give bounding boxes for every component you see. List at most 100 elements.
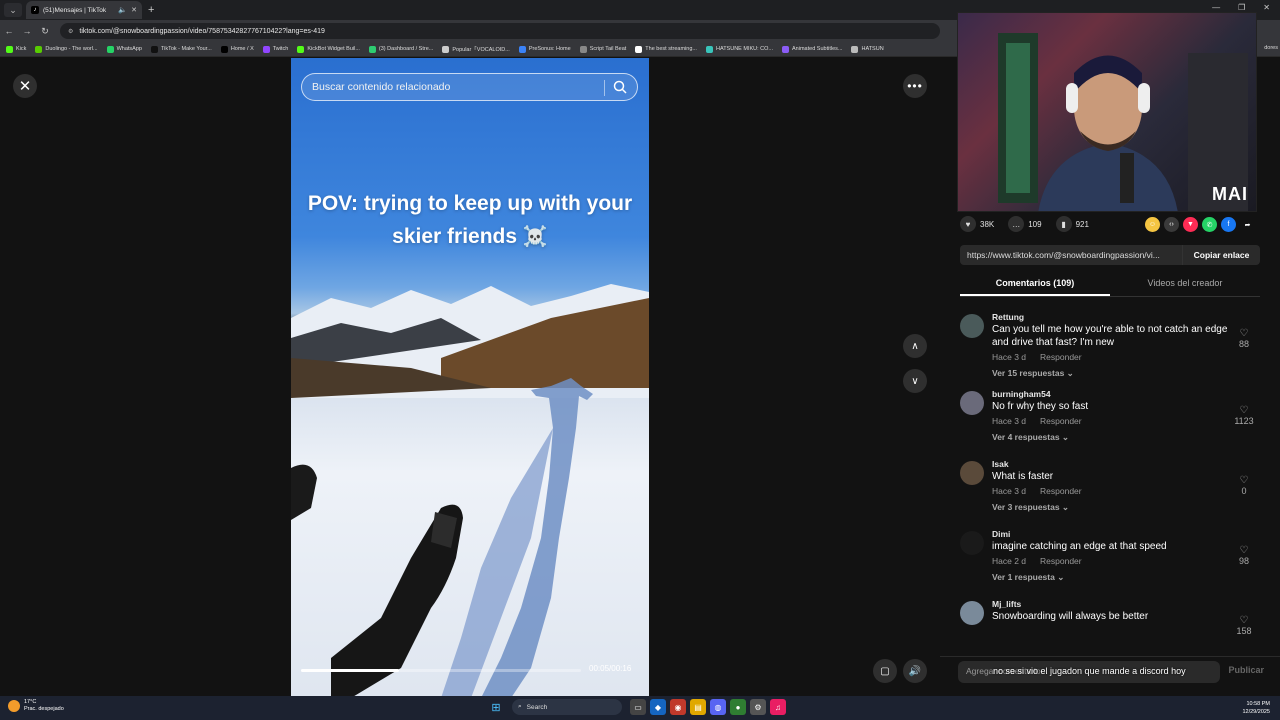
task-view-icon[interactable]: ▭	[630, 699, 646, 715]
copy-link-button[interactable]: Copiar enlace	[1182, 245, 1260, 265]
bookmark-item[interactable]: PreSonus: Home	[518, 45, 571, 53]
weather-widget[interactable]: 17°C Prac. despejado	[8, 699, 64, 713]
chrome-icon[interactable]: ●	[730, 699, 746, 715]
url-field[interactable]: ⚙ tiktok.com/@snowboardingpassion/video/…	[60, 23, 940, 39]
post-comment-button[interactable]: Publicar	[1228, 665, 1264, 675]
reply-button[interactable]: Responder	[1040, 416, 1082, 426]
new-tab-button[interactable]: +	[148, 4, 154, 16]
facebook-icon[interactable]: f	[1221, 217, 1236, 232]
reply-button[interactable]: Responder	[1040, 352, 1082, 362]
bookmark-item[interactable]: Duolingo - The worl...	[35, 45, 98, 53]
share-icon[interactable]: ➦	[1240, 217, 1255, 232]
comment-icon[interactable]: …	[1008, 216, 1025, 232]
video-link-field[interactable]: https://www.tiktok.com/@snowboardingpass…	[960, 245, 1182, 265]
like-heart-icon[interactable]: ♡	[1230, 328, 1258, 339]
maximize-button[interactable]: ❐	[1238, 3, 1245, 12]
video-progress-bar[interactable]	[301, 669, 581, 672]
avatar[interactable]	[960, 391, 984, 415]
comment-username[interactable]: Dimi	[992, 529, 1270, 539]
avatar[interactable]	[960, 531, 984, 555]
bookmark-item[interactable]: The best streaming...	[635, 45, 697, 53]
app-icon[interactable]: ◉	[670, 699, 686, 715]
store-icon[interactable]: ◆	[650, 699, 666, 715]
settings-icon[interactable]: ⚙	[750, 699, 766, 715]
bookmark-item[interactable]: Twitch	[262, 45, 288, 53]
taskbar-search-label: Search	[526, 703, 548, 711]
mini-player-button[interactable]: ▢	[873, 659, 897, 683]
previous-video-button[interactable]: ∧	[903, 334, 927, 358]
volume-button[interactable]: 🔊	[903, 659, 927, 683]
bookmark-icon[interactable]: ▮	[1055, 216, 1072, 232]
reply-button[interactable]: Responder	[1040, 486, 1082, 496]
embed-icon[interactable]: ‹›	[1164, 217, 1179, 232]
like-heart-icon[interactable]: ♡	[1230, 475, 1258, 486]
more-options-button[interactable]: •••	[903, 74, 927, 98]
close-viewer-button[interactable]: ✕	[13, 74, 37, 98]
bookmark-item[interactable]: Script Tail Beat	[579, 45, 626, 53]
comment-username[interactable]: Mj_lifts	[992, 599, 1270, 609]
like-heart-icon[interactable]: ♡	[1230, 545, 1258, 556]
site-info-icon[interactable]: ⚙	[68, 28, 73, 35]
bookmark-item[interactable]: HATSUNE MIKU: CO...	[705, 45, 773, 53]
bookmark-label: Popular「VOCALOID...	[452, 47, 510, 53]
tab-creator-videos[interactable]: Videos del creador	[1110, 275, 1260, 296]
reply-button[interactable]: Responder	[1040, 556, 1082, 566]
heart-icon[interactable]: ♥	[960, 216, 976, 232]
taskbar-search[interactable]: ⌕ Search	[512, 699, 622, 715]
windows-start-icon[interactable]: ⊞	[488, 699, 504, 715]
browser-tab[interactable]: ♪ (51)Mensajes | TikTok 🔈 ✕	[26, 1, 142, 19]
reload-button[interactable]: ↻	[36, 26, 54, 37]
whatsapp-icon[interactable]: ✆	[1202, 217, 1217, 232]
minimize-button[interactable]: —	[1212, 3, 1220, 12]
caption-line-2: skier friends	[392, 225, 518, 248]
video-progress-fill	[301, 669, 399, 672]
like-heart-icon[interactable]: ♡	[1230, 405, 1258, 416]
bookmark-item[interactable]: Kick	[6, 45, 27, 53]
bookmark-item[interactable]: Home / X	[220, 45, 254, 53]
bookmark-label: Kick	[16, 46, 27, 52]
comment-item: Rettung Can you tell me how you're able t…	[960, 312, 1270, 379]
bookmark-item[interactable]: TikTok - Make Your...	[150, 45, 212, 53]
forward-button[interactable]: →	[18, 26, 36, 36]
bookmark-item[interactable]: KickBot Widget Buil...	[297, 45, 360, 53]
comment-username[interactable]: Isak	[992, 459, 1270, 469]
system-clock[interactable]: 10:58 PM 12/29/2025	[1242, 700, 1270, 716]
bookmark-item[interactable]: WhatsApp	[106, 45, 142, 53]
comment-time: Hace 3 d	[992, 352, 1027, 362]
back-button[interactable]: ←	[0, 26, 18, 36]
video-player[interactable]: Buscar contenido relacionado POV: trying…	[291, 58, 649, 696]
send-icon[interactable]: ▼	[1183, 217, 1198, 232]
file-explorer-icon[interactable]: ▤	[690, 699, 706, 715]
avatar[interactable]	[960, 314, 984, 338]
window-controls: — ❐ ✕	[1212, 3, 1270, 12]
view-replies-button[interactable]: Ver 15 respuestas ⌄	[992, 368, 1270, 379]
search-icon[interactable]	[612, 79, 628, 95]
avatar[interactable]	[960, 461, 984, 485]
bookmark-label: Animated Subtitles...	[792, 46, 843, 52]
comment-username[interactable]: burningham54	[992, 389, 1270, 399]
bookmark-item[interactable]: Animated Subtitles...	[782, 45, 843, 53]
tab-comments[interactable]: Comentarios (109)	[960, 275, 1110, 296]
view-replies-button[interactable]: Ver 1 respuesta ⌄	[992, 572, 1270, 583]
music-icon[interactable]: ♫	[770, 699, 786, 715]
video-actions: ♥ 38K … 109 ▮ 921	[960, 216, 1099, 232]
view-replies-button[interactable]: Ver 3 respuestas ⌄	[992, 502, 1270, 513]
like-heart-icon[interactable]: ♡	[1230, 615, 1258, 626]
bookmark-item[interactable]: HATSUN	[851, 45, 884, 53]
related-search-input[interactable]: Buscar contenido relacionado	[301, 73, 638, 101]
emoji-icon[interactable]: ☺	[1145, 217, 1160, 232]
avatar[interactable]	[960, 601, 984, 625]
comment-text: Snowboarding will always be better	[992, 611, 1149, 622]
bookmarks-overflow[interactable]: dores	[1264, 45, 1278, 51]
comment-time: Hace 3 d	[992, 486, 1027, 496]
close-window-button[interactable]: ✕	[1263, 3, 1270, 12]
next-video-button[interactable]: ∨	[903, 369, 927, 393]
bookmark-item[interactable]: (3) Dashboard / Stre...	[368, 45, 433, 53]
discord-icon[interactable]: ◍	[710, 699, 726, 715]
comment-username[interactable]: Rettung	[992, 312, 1270, 322]
bookmark-item[interactable]: Popular「VOCALOID...	[442, 45, 510, 53]
tab-search-button[interactable]: ⌄	[4, 3, 22, 17]
view-replies-button[interactable]: Ver 4 respuestas ⌄	[992, 432, 1270, 443]
close-tab-icon[interactable]: ✕	[131, 6, 137, 14]
speaker-icon[interactable]: 🔈	[118, 6, 127, 14]
